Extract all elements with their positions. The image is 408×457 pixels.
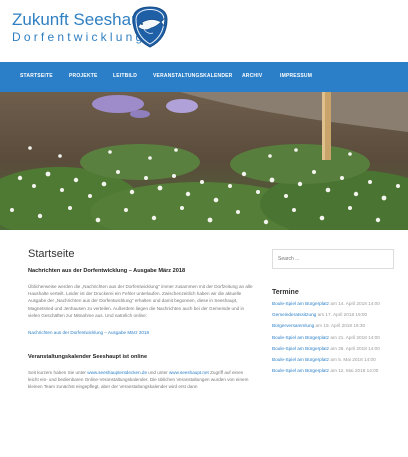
event-item: Bürgerversammlung am 19. April 2018 19:3… — [272, 322, 394, 329]
link-seeshaupt-net[interactable]: www.seeshaupt.net — [169, 370, 209, 375]
article-body-text-1: Seit kurzem haben Sie unter — [28, 370, 88, 376]
event-link[interactable]: Boule-Spiel am Bürgerplatz — [272, 335, 329, 340]
event-item: Boule-Spiel am Bürgerplatz am 12. Mai 20… — [272, 367, 394, 374]
event-link[interactable]: Boule-Spiel am Bürgerplatz — [272, 368, 329, 373]
event-date: am 17. April 2018 19:00 — [317, 312, 368, 318]
event-item: Boule-Spiel am Bürgerplatz am 28. April … — [272, 345, 394, 352]
article-link-nachrichten[interactable]: Nachrichten aus der Dorfentwicklung – Au… — [28, 329, 254, 336]
page-title: Startseite — [28, 248, 75, 260]
fish-crest-logo-icon[interactable] — [130, 5, 170, 49]
search-input[interactable] — [272, 249, 394, 269]
article-body-nachrichten: Üblicherweise werden die „Nachrichten au… — [28, 284, 253, 318]
termine-heading: Termine — [272, 289, 299, 296]
event-item: Gemeinderatssitzung am 17. April 2018 19… — [272, 311, 394, 318]
article-body-text-2: und unter — [147, 370, 169, 376]
hero-image — [0, 92, 408, 230]
event-link[interactable]: Boule-Spiel am Bürgerplatz — [272, 301, 329, 306]
site-subtitle[interactable]: Dorfentwicklung — [12, 30, 145, 44]
event-link[interactable]: Boule-Spiel am Bürgerplatz — [272, 357, 329, 362]
nav-item-archiv[interactable]: ARCHIV — [242, 73, 262, 79]
nav-item-veranstaltungskalender[interactable]: VERANSTALTUNGSKALENDER — [153, 73, 233, 79]
event-item: Boule-Spiel am Bürgerplatz am 21. April … — [272, 334, 394, 341]
sidebar: Termine Boule-Spiel am Bürgerplatz am 14… — [272, 247, 394, 374]
event-item: Boule-Spiel am Bürgerplatz am 14. April … — [272, 300, 394, 307]
main-content: Startseite Nachrichten aus der Dorfentwi… — [28, 240, 254, 391]
main-navigation: STARTSEITE PROJEKTE LEITBILD VERANSTALTU… — [0, 62, 408, 92]
event-date: am 28. April 2018 14:00 — [330, 345, 380, 351]
event-date: am 19. April 2018 19:30 — [315, 323, 366, 329]
nav-item-startseite[interactable]: STARTSEITE — [20, 73, 53, 79]
link-seeshauptentdecken[interactable]: www.seeshauptentdecken.de — [87, 370, 147, 375]
event-date: am 14. April 2018 14:00 — [330, 301, 380, 306]
nav-item-projekte[interactable]: PROJEKTE — [69, 73, 98, 79]
nav-item-leitbild[interactable]: LEITBILD — [113, 73, 137, 79]
site-header: Zukunft Seeshaupt Dorfentwicklung — [0, 0, 408, 62]
event-date: am 12. Mai 2018 14:00 — [330, 368, 379, 374]
event-link[interactable]: Boule-Spiel am Bürgerplatz — [272, 346, 329, 351]
event-date: am 5. Mai 2018 14:00 — [330, 357, 376, 363]
article-body-veranstaltungskalender: Seit kurzem haben Sie unter www.seeshaup… — [28, 369, 254, 391]
snowdrop-garden-photo — [0, 92, 408, 230]
event-date: am 21. April 2018 14:00 — [330, 334, 380, 340]
event-item: Boule-Spiel am Bürgerplatz am 5. Mai 201… — [272, 356, 394, 363]
article-title-veranstaltungskalender[interactable]: Veranstaltungskalender Seeshaupt ist onl… — [28, 354, 254, 361]
event-link[interactable]: Bürgerversammlung — [272, 323, 314, 328]
article-title-nachrichten[interactable]: Nachrichten aus der Dorfentwicklung – Au… — [28, 268, 254, 275]
event-link[interactable]: Gemeinderatssitzung — [272, 312, 316, 317]
nav-item-impressum[interactable]: IMPRESSUM — [280, 73, 312, 79]
